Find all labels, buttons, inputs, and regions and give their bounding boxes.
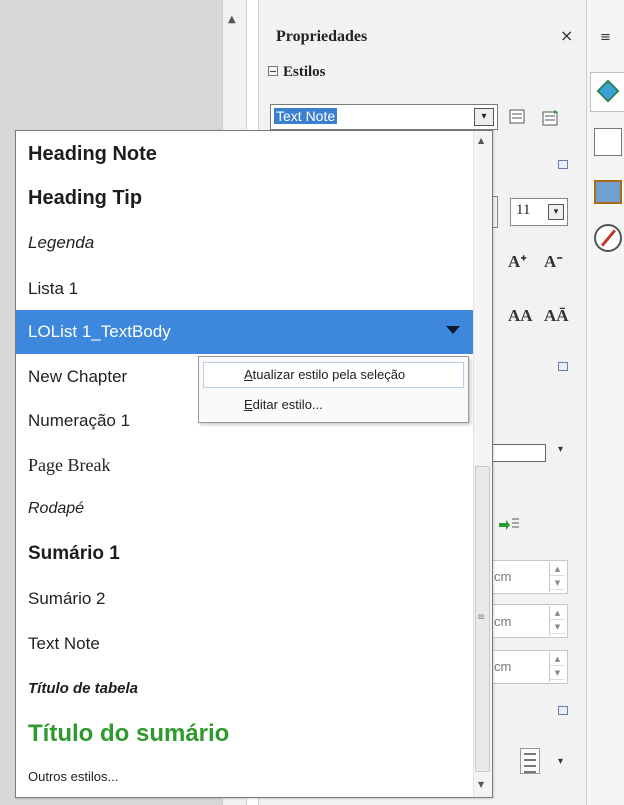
more-styles-label[interactable]: Outros estilos... xyxy=(28,769,118,784)
menu-item-edit-style-label[interactable]: Editar estilo... xyxy=(244,397,323,412)
first-line-indent-unit[interactable]: cm xyxy=(494,659,511,674)
font-size-dropdown-button[interactable]: ▾ xyxy=(548,204,564,220)
paragraph-style-value[interactable]: Text Note xyxy=(274,108,338,124)
gallery-icon[interactable] xyxy=(594,180,622,204)
style-item-label[interactable]: Numeração 1 xyxy=(28,411,130,431)
style-item-menu-arrow-icon[interactable] xyxy=(446,326,460,334)
spin-up-icon[interactable]: ▲ xyxy=(550,562,565,576)
style-list-item[interactable] xyxy=(16,487,473,531)
sidebar-title: Propriedades xyxy=(276,28,368,45)
scroll-up-icon[interactable]: ▲ xyxy=(478,136,484,145)
spin-down-icon[interactable]: ▼ xyxy=(550,576,565,590)
line-style-dropdown-icon[interactable]: ▾ xyxy=(558,444,563,455)
character-spacing-icon[interactable]: AA xyxy=(508,306,533,326)
spin-down-icon[interactable]: ▼ xyxy=(550,666,565,680)
mnemonic-letter: A xyxy=(244,367,253,382)
paragraph-more-options-icon[interactable] xyxy=(558,362,568,371)
style-item-label[interactable]: Título do sumário xyxy=(28,720,229,748)
indent-before-unit[interactable]: cm xyxy=(494,569,511,584)
style-item-label[interactable]: New Chapter xyxy=(28,367,127,387)
sidebar-tabbar xyxy=(586,0,624,805)
first-line-indent-stepper[interactable]: ▲ ▼ xyxy=(549,652,565,682)
menu-label-text: tualizar estilo pela seleção xyxy=(252,367,406,382)
style-item-label[interactable]: Lista 1 xyxy=(28,279,78,299)
styles-panel-header[interactable]: Estilos xyxy=(268,64,326,81)
spin-up-icon[interactable]: ▲ xyxy=(550,606,565,620)
style-item-label[interactable]: Text Note xyxy=(28,634,100,654)
close-sidebar-button[interactable]: × xyxy=(560,26,573,45)
styles-panel-title: Estilos xyxy=(283,64,326,80)
navigator-icon[interactable] xyxy=(594,224,622,252)
style-item-label[interactable]: Heading Tip xyxy=(28,187,142,210)
grow-font-icon[interactable]: Aᐩ xyxy=(508,252,527,272)
list-format-dropdown-icon[interactable]: ▾ xyxy=(558,756,563,767)
spin-down-icon[interactable]: ▼ xyxy=(550,620,565,634)
menu-label-text: ditar estilo... xyxy=(252,397,323,412)
collapse-icon[interactable] xyxy=(268,66,278,76)
style-item-label[interactable]: Rodapé xyxy=(28,500,84,518)
style-item-label[interactable]: Sumário 1 xyxy=(28,543,120,565)
style-item-label[interactable]: Page Break xyxy=(28,455,110,476)
increase-indent-icon[interactable] xyxy=(498,516,520,536)
update-style-icon[interactable] xyxy=(540,108,562,128)
spin-up-icon[interactable]: ▲ xyxy=(550,652,565,666)
style-item-label[interactable]: Sumário 2 xyxy=(28,589,105,609)
style-item-label[interactable]: LOList 1_TextBody xyxy=(28,322,171,342)
lists-more-options-icon[interactable] xyxy=(558,706,568,715)
mnemonic-letter: E xyxy=(244,397,253,412)
sidebar-menu-icon[interactable]: ≡ xyxy=(600,30,611,45)
new-style-icon[interactable] xyxy=(508,108,528,126)
scroll-up-arrow-icon[interactable]: ▲ xyxy=(228,14,236,25)
style-item-label[interactable]: Título de tabela xyxy=(28,680,138,697)
character-spacing-reduce-icon[interactable]: AĀ xyxy=(544,306,569,326)
scroll-grip-icon: ≡ xyxy=(477,612,486,623)
styles-icon[interactable] xyxy=(594,128,622,156)
indent-after-unit[interactable]: cm xyxy=(494,614,511,629)
shrink-font-icon[interactable]: Aᐨ xyxy=(544,252,563,272)
properties-icon[interactable] xyxy=(590,72,624,112)
indent-before-stepper[interactable]: ▲ ▼ xyxy=(549,562,565,592)
line-style-field[interactable] xyxy=(492,444,546,462)
character-more-options-icon[interactable] xyxy=(558,160,568,169)
style-list-item[interactable] xyxy=(16,265,473,309)
menu-item-update-style-label[interactable]: Atualizar estilo pela seleção xyxy=(244,367,405,382)
font-size-value[interactable]: 11 xyxy=(516,202,530,219)
scroll-down-icon[interactable]: ▼ xyxy=(478,780,484,789)
style-dropdown-button[interactable]: ▾ xyxy=(474,108,494,126)
menu-item-edit-style[interactable] xyxy=(203,392,464,418)
style-item-label[interactable]: Legenda xyxy=(28,233,94,253)
list-format-icon[interactable] xyxy=(520,748,540,774)
indent-after-stepper[interactable]: ▲ ▼ xyxy=(549,606,565,636)
style-item-label[interactable]: Heading Note xyxy=(28,143,157,166)
